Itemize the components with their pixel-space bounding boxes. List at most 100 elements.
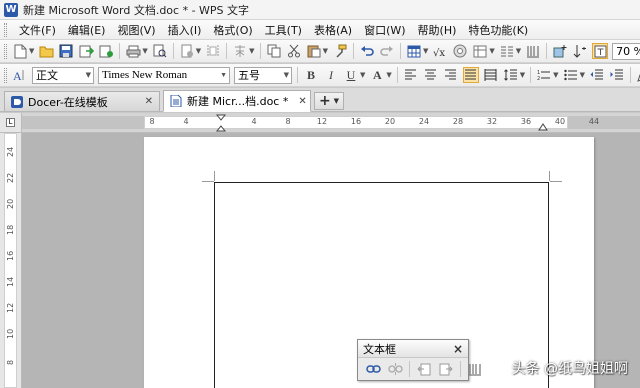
distribute-icon[interactable] bbox=[483, 67, 499, 83]
document-workspace[interactable] bbox=[22, 133, 640, 388]
increase-indent-icon[interactable] bbox=[609, 67, 625, 83]
open-folder-icon[interactable] bbox=[38, 43, 54, 59]
toolbar-grip[interactable] bbox=[4, 67, 7, 83]
chevron-down-icon[interactable]: ▼ bbox=[334, 97, 339, 105]
chart-dropdown-icon[interactable]: ▼ bbox=[489, 47, 494, 55]
align-center-icon[interactable] bbox=[423, 67, 439, 83]
navigation-icon[interactable] bbox=[572, 43, 588, 59]
align-left-icon[interactable] bbox=[403, 67, 419, 83]
save-icon[interactable] bbox=[58, 43, 74, 59]
menu-edit[interactable]: 编辑(E) bbox=[62, 22, 112, 38]
right-indent-marker[interactable] bbox=[538, 119, 548, 131]
copy-icon[interactable] bbox=[266, 43, 282, 59]
font-combo[interactable]: Times New Roman ▼ bbox=[98, 66, 230, 84]
break-link-icon[interactable] bbox=[387, 361, 403, 377]
link-textbox-icon[interactable] bbox=[365, 361, 381, 377]
text-box-icon[interactable] bbox=[592, 43, 609, 59]
ruler-label: 40 bbox=[554, 117, 566, 126]
print-icon[interactable] bbox=[125, 43, 141, 59]
menu-insert[interactable]: 插入(I) bbox=[162, 22, 208, 38]
export-icon[interactable] bbox=[78, 43, 94, 59]
menu-format[interactable]: 格式(O) bbox=[207, 22, 258, 38]
text-direction-icon[interactable] bbox=[467, 361, 483, 377]
toolbar-separator bbox=[297, 67, 298, 83]
ruler-label: 32 bbox=[486, 117, 498, 126]
next-textbox-icon[interactable] bbox=[438, 361, 454, 377]
undo-icon[interactable] bbox=[359, 43, 375, 59]
chart-icon[interactable] bbox=[472, 43, 488, 59]
cut-icon[interactable] bbox=[286, 43, 302, 59]
format-painter-icon[interactable] bbox=[332, 43, 348, 59]
table-dropdown-icon[interactable]: ▼ bbox=[423, 47, 428, 55]
menu-table[interactable]: 表格(A) bbox=[308, 22, 358, 38]
font-size-combo[interactable]: 五号 ▼ bbox=[234, 66, 292, 84]
tab-document[interactable]: 新建 Micr...档.doc * ✕ bbox=[163, 90, 311, 112]
tab-stop-selector-icon[interactable]: L bbox=[6, 118, 15, 127]
print-dropdown-icon[interactable]: ▼ bbox=[142, 47, 147, 55]
export-pdf-icon[interactable] bbox=[98, 43, 114, 59]
line-spacing-dropdown-icon[interactable]: ▼ bbox=[520, 71, 525, 79]
redo-icon[interactable] bbox=[379, 43, 395, 59]
columns-icon[interactable] bbox=[499, 43, 515, 59]
menu-tools[interactable]: 工具(T) bbox=[259, 22, 308, 38]
page-setup-icon[interactable] bbox=[205, 43, 221, 59]
numbering-icon[interactable]: 12 bbox=[536, 67, 552, 83]
columns-dropdown-icon[interactable]: ▼ bbox=[516, 47, 521, 55]
new-document-icon[interactable] bbox=[12, 43, 28, 59]
italic-button[interactable]: I bbox=[323, 67, 339, 83]
toolbar-grip[interactable] bbox=[4, 43, 7, 59]
ruler-corner[interactable]: L bbox=[0, 113, 22, 133]
close-icon[interactable]: ✕ bbox=[298, 96, 306, 107]
menu-help[interactable]: 帮助(H) bbox=[412, 22, 463, 38]
new-dropdown-icon[interactable]: ▼ bbox=[29, 47, 34, 55]
text-direction-icon[interactable] bbox=[525, 43, 541, 59]
menu-file[interactable]: 文件(F) bbox=[13, 22, 62, 38]
underline-dropdown-icon[interactable]: ▼ bbox=[360, 71, 365, 79]
underline-button[interactable]: U bbox=[343, 67, 359, 83]
tab-document-label: 新建 Micr...档.doc * bbox=[187, 95, 289, 108]
horizontal-ruler[interactable]: 8 4 4 8 12 16 20 24 28 32 36 40 44 bbox=[22, 113, 640, 133]
menu-special[interactable]: 特色功能(K) bbox=[462, 22, 534, 38]
formula-icon[interactable]: √x bbox=[432, 43, 448, 59]
zoom-input[interactable]: 70 % bbox=[612, 42, 640, 60]
justify-icon[interactable] bbox=[462, 67, 479, 83]
bullets-dropdown-icon[interactable]: ▼ bbox=[580, 71, 585, 79]
paste-icon[interactable] bbox=[306, 43, 322, 59]
permissions-dropdown-icon[interactable]: ▼ bbox=[196, 47, 201, 55]
style-value: 正文 bbox=[36, 69, 58, 82]
previous-textbox-icon[interactable] bbox=[416, 361, 432, 377]
floating-toolbar-titlebar[interactable]: 文本框 × bbox=[358, 340, 468, 358]
textbox-floating-toolbar[interactable]: 文本框 × bbox=[357, 339, 481, 381]
shapes-icon[interactable] bbox=[452, 43, 468, 59]
menu-window[interactable]: 窗口(W) bbox=[358, 22, 411, 38]
menu-view[interactable]: 视图(V) bbox=[111, 22, 161, 38]
style-combo[interactable]: 正文 ▼ bbox=[32, 66, 94, 84]
font-color-dropdown-icon[interactable]: ▼ bbox=[386, 71, 391, 79]
line-spacing-icon[interactable] bbox=[503, 67, 519, 83]
vertical-ruler[interactable]: 24 22 20 18 16 14 12 10 8 bbox=[0, 133, 22, 388]
paste-dropdown-icon[interactable]: ▼ bbox=[323, 47, 328, 55]
bullets-icon[interactable] bbox=[563, 67, 579, 83]
bold-button[interactable]: B bbox=[303, 67, 319, 83]
menu-grip[interactable] bbox=[4, 22, 7, 37]
styles-pane-icon[interactable]: A bbox=[12, 67, 28, 83]
toolbar-separator bbox=[546, 43, 548, 59]
font-color-button[interactable]: A bbox=[369, 67, 385, 83]
traditional-dropdown-icon[interactable]: ▼ bbox=[249, 47, 254, 55]
decrease-indent-icon[interactable] bbox=[589, 67, 605, 83]
align-right-icon[interactable] bbox=[443, 67, 459, 83]
print-preview-icon[interactable] bbox=[152, 43, 168, 59]
insert-picture-icon[interactable] bbox=[552, 43, 568, 59]
permissions-icon[interactable] bbox=[179, 43, 195, 59]
traditional-chinese-icon[interactable] bbox=[232, 43, 248, 59]
tab-docer[interactable]: Docer-在线模板 ✕ bbox=[4, 91, 160, 111]
insert-table-icon[interactable] bbox=[406, 43, 422, 59]
toolbar-separator bbox=[460, 361, 461, 377]
first-line-indent-marker[interactable] bbox=[216, 114, 226, 132]
close-icon[interactable]: × bbox=[453, 342, 463, 356]
numbering-dropdown-icon[interactable]: ▼ bbox=[553, 71, 558, 79]
new-tab-button[interactable]: + ▼ bbox=[314, 92, 344, 110]
ruler-label: 36 bbox=[520, 117, 532, 126]
close-icon[interactable]: ✕ bbox=[145, 96, 153, 107]
highlight-pen-icon[interactable] bbox=[636, 67, 640, 83]
